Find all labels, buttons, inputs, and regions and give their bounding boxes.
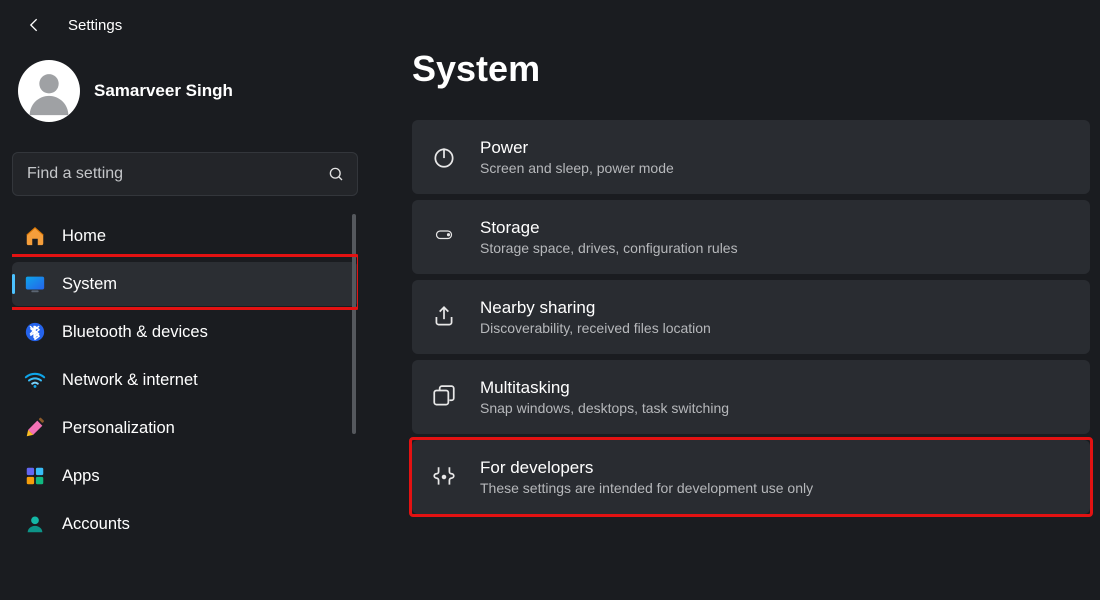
sidebar-item-label: Personalization — [62, 419, 175, 438]
setting-desc: Discoverability, received files location — [480, 320, 711, 336]
scrollbar-thumb[interactable] — [352, 214, 356, 434]
sidebar-item-label: System — [62, 275, 117, 294]
sidebar-item-bluetooth[interactable]: Bluetooth & devices — [12, 310, 358, 354]
setting-card-multitasking[interactable]: Multitasking Snap windows, desktops, tas… — [412, 360, 1090, 434]
sidebar-item-label: Home — [62, 227, 106, 246]
accounts-icon — [24, 513, 46, 535]
page-title: System — [412, 48, 1100, 90]
search-box[interactable] — [12, 152, 358, 196]
brush-icon — [24, 417, 46, 439]
back-button[interactable] — [24, 14, 46, 36]
search-input[interactable] — [27, 165, 327, 183]
setting-title: For developers — [480, 458, 813, 478]
sidebar-item-accounts[interactable]: Accounts — [12, 502, 358, 546]
sidebar-item-personalization[interactable]: Personalization — [12, 406, 358, 450]
developer-icon — [430, 463, 458, 491]
setting-title: Power — [480, 138, 674, 158]
arrow-left-icon — [25, 15, 45, 35]
search-icon — [327, 165, 345, 183]
sidebar-item-label: Network & internet — [62, 371, 198, 390]
setting-card-storage[interactable]: Storage Storage space, drives, configura… — [412, 200, 1090, 274]
setting-desc: Screen and sleep, power mode — [480, 160, 674, 176]
header-bar: Settings — [0, 0, 1100, 40]
account-name: Samarveer Singh — [94, 81, 233, 101]
setting-desc: Snap windows, desktops, task switching — [480, 400, 729, 416]
display-icon — [24, 273, 46, 295]
nav-list: Home System Bluetooth & devices — [12, 214, 358, 600]
sidebar-item-home[interactable]: Home — [12, 214, 358, 258]
sidebar: Samarveer Singh Home — [0, 40, 370, 600]
sidebar-item-system[interactable]: System — [12, 262, 358, 306]
window-title: Settings — [68, 17, 122, 34]
main-content: System Power Screen and sleep, power mod… — [370, 40, 1100, 600]
setting-title: Multitasking — [480, 378, 729, 398]
sidebar-item-label: Apps — [62, 467, 100, 486]
settings-list: Power Screen and sleep, power mode Stora… — [412, 120, 1100, 514]
person-icon — [20, 62, 78, 120]
apps-icon — [24, 465, 46, 487]
account-block[interactable]: Samarveer Singh — [12, 54, 358, 132]
home-icon — [24, 225, 46, 247]
setting-title: Nearby sharing — [480, 298, 711, 318]
sidebar-item-label: Accounts — [62, 515, 130, 534]
setting-title: Storage — [480, 218, 738, 238]
setting-card-nearby-sharing[interactable]: Nearby sharing Discoverability, received… — [412, 280, 1090, 354]
avatar — [18, 60, 80, 122]
setting-desc: These settings are intended for developm… — [480, 480, 813, 496]
storage-icon — [430, 223, 458, 251]
multitasking-icon — [430, 383, 458, 411]
wifi-icon — [24, 369, 46, 391]
setting-desc: Storage space, drives, configuration rul… — [480, 240, 738, 256]
share-icon — [430, 303, 458, 331]
bluetooth-icon — [24, 321, 46, 343]
sidebar-item-label: Bluetooth & devices — [62, 323, 208, 342]
power-icon — [430, 143, 458, 171]
sidebar-item-network[interactable]: Network & internet — [12, 358, 358, 402]
sidebar-item-apps[interactable]: Apps — [12, 454, 358, 498]
setting-card-for-developers[interactable]: For developers These settings are intend… — [412, 440, 1090, 514]
sidebar-scrollbar[interactable] — [352, 214, 356, 600]
setting-card-power[interactable]: Power Screen and sleep, power mode — [412, 120, 1090, 194]
